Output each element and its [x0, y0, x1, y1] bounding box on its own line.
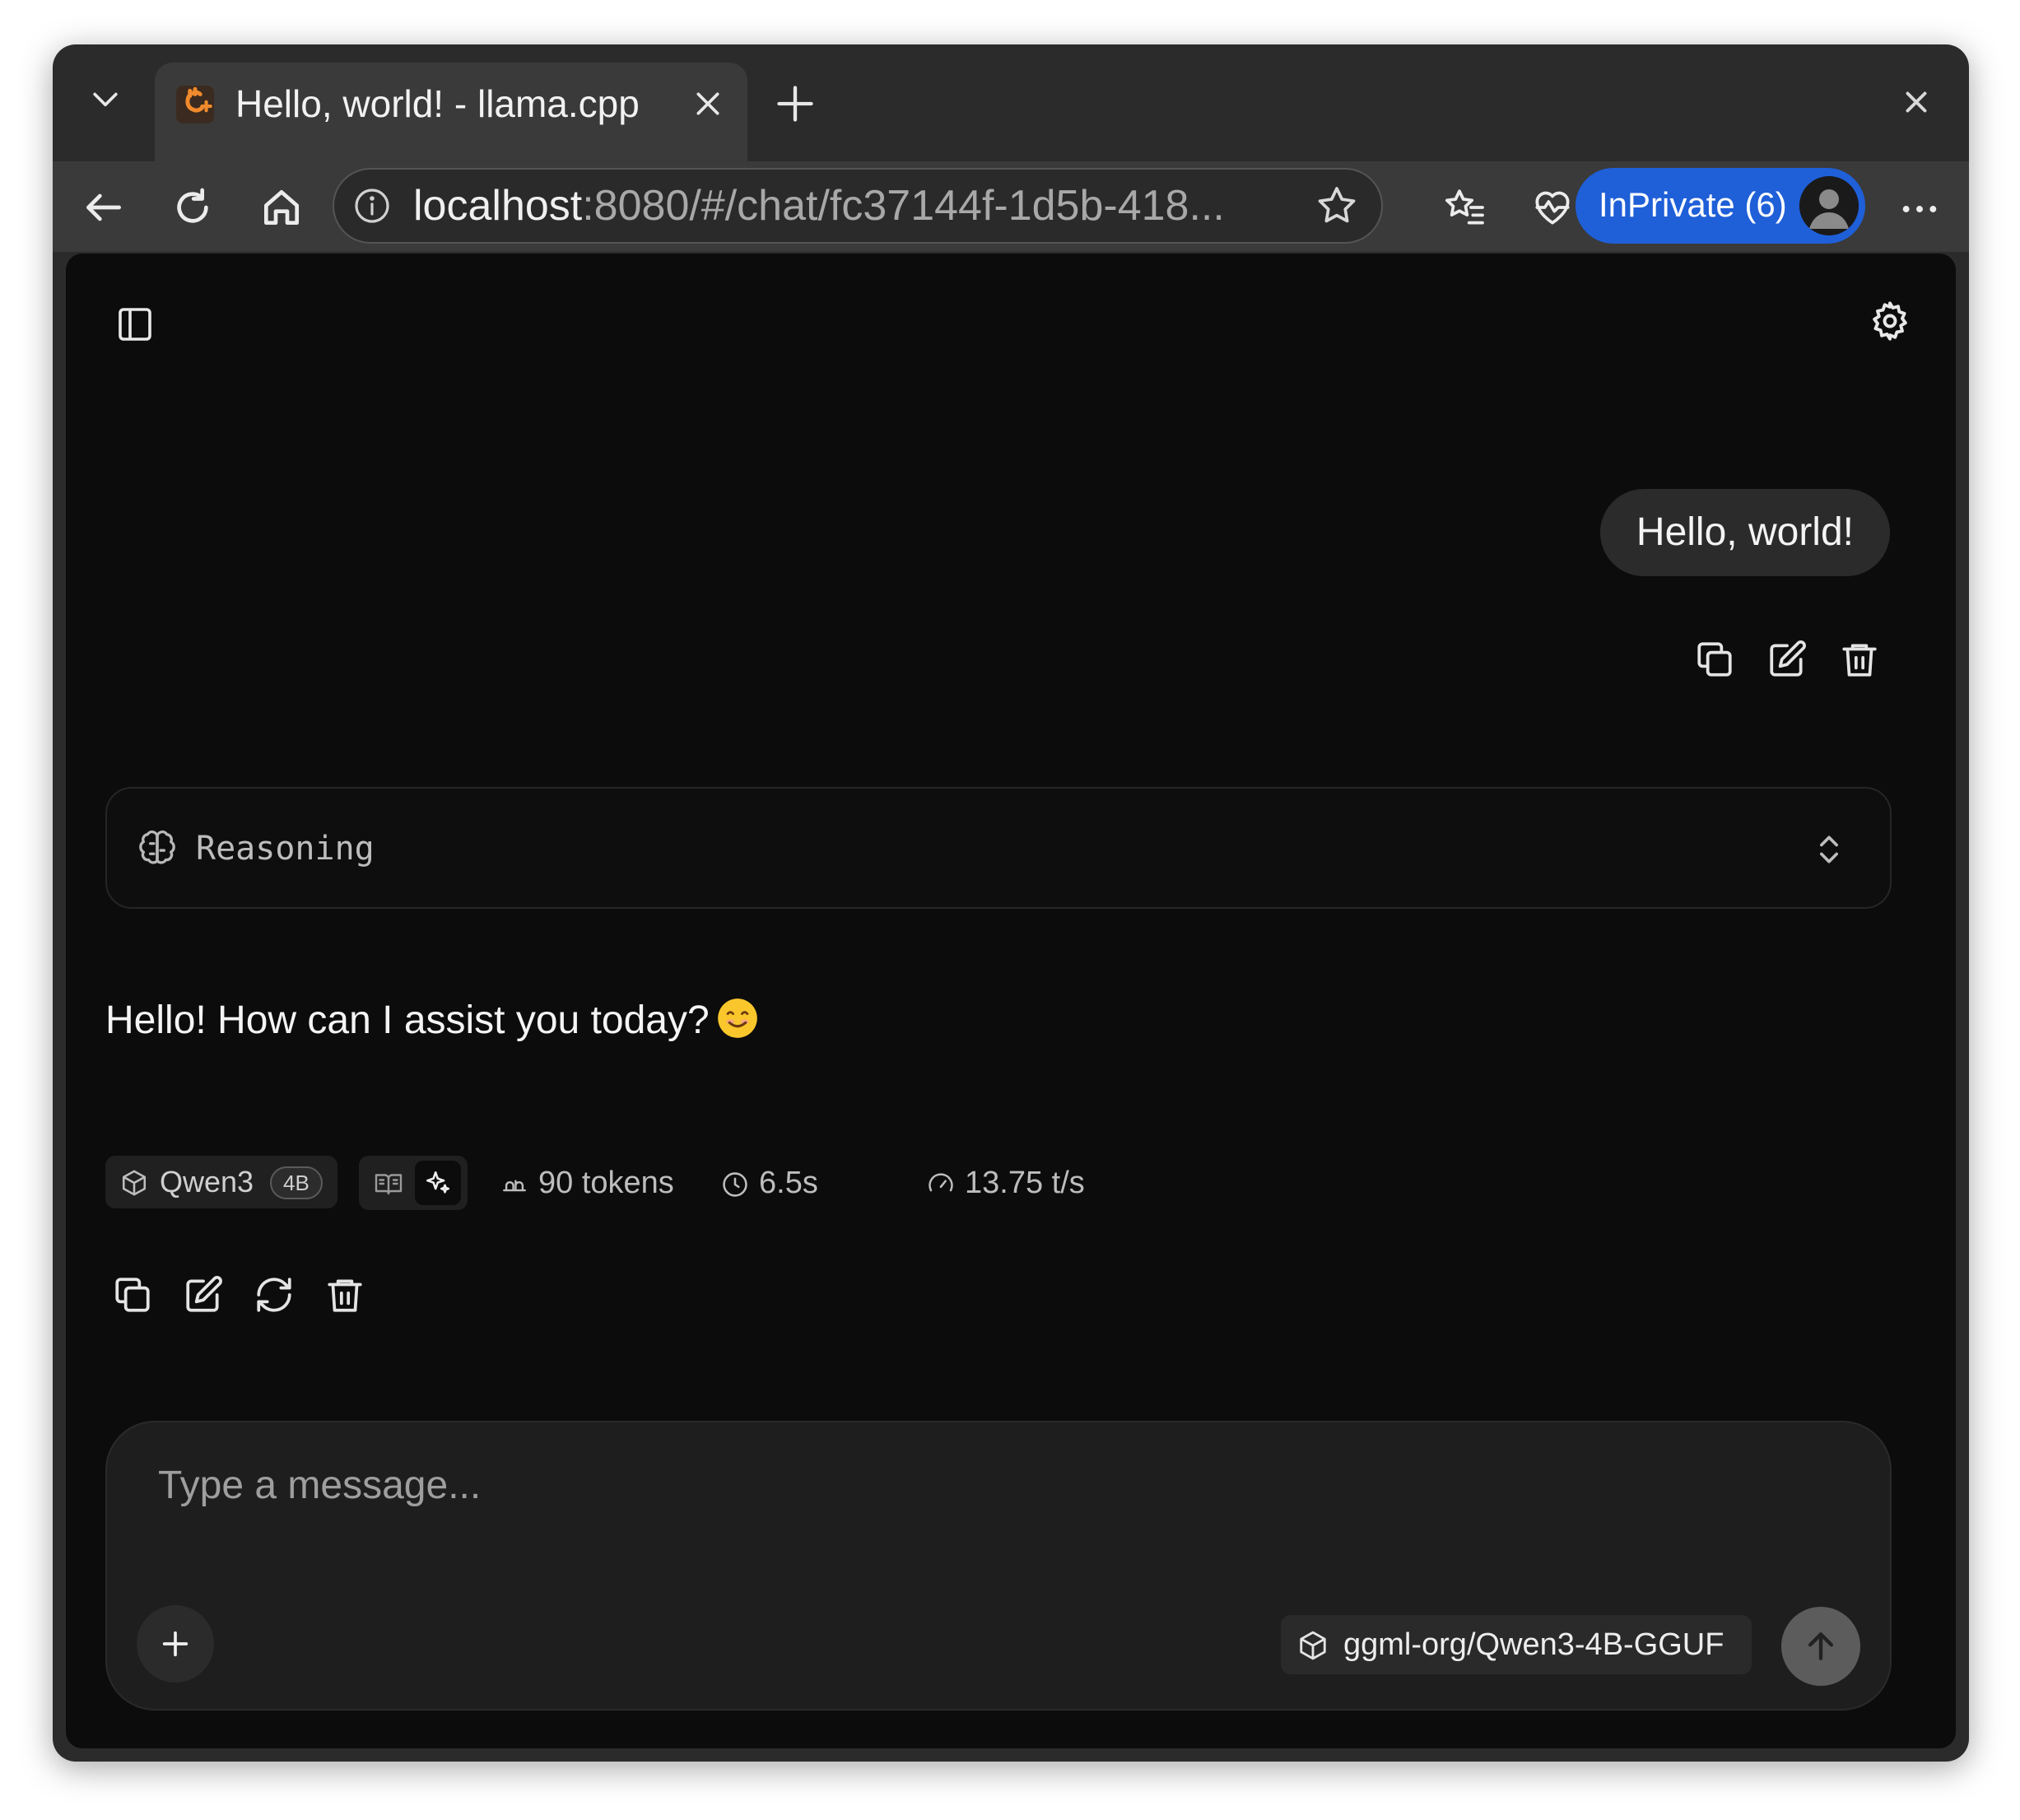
selected-model-label: ggml-org/Qwen3-4B-GGUF: [1343, 1627, 1724, 1662]
sparkles-icon: [424, 1169, 452, 1197]
url-host: localhost: [413, 182, 583, 230]
browser-essentials-heart-icon[interactable]: [1529, 184, 1576, 230]
more-options-icon[interactable]: [1897, 186, 1943, 232]
browser-window: Hello, world! - llama.cpp localhost:8080…: [53, 44, 1969, 1762]
inprivate-label: InPrivate (6): [1599, 185, 1787, 224]
user-message-bubble: Hello, world!: [1599, 489, 1890, 576]
assistant-message-text: Hello! How can I assist you today?: [105, 998, 710, 1042]
gauge-icon: [927, 1171, 955, 1199]
model-chip: Qwen3 4B: [105, 1156, 337, 1208]
model-name: Qwen3: [160, 1165, 254, 1199]
model-selector[interactable]: ggml-org/Qwen3-4B-GGUF: [1281, 1615, 1752, 1674]
active-tab[interactable]: Hello, world! - llama.cpp: [155, 63, 747, 161]
reasoning-toggle[interactable]: Reasoning: [105, 787, 1892, 909]
tokens-icon: [500, 1171, 528, 1199]
package-icon: [1297, 1630, 1329, 1661]
tab-title: Hello, world! - llama.cpp: [235, 82, 640, 125]
delete-trash-icon[interactable]: [324, 1274, 365, 1315]
url-text: localhost:8080/#/chat/fc37144f-1d5b-418.…: [413, 181, 1225, 230]
plus-icon: [159, 1627, 192, 1660]
tab-strip: Hello, world! - llama.cpp: [53, 44, 1969, 161]
reasoning-label: Reasoning: [196, 830, 375, 868]
clock-icon: [721, 1171, 749, 1199]
tab-actions-chevron-icon[interactable]: [87, 81, 123, 117]
window-close-icon[interactable]: [1901, 87, 1931, 117]
generation-time: 6.5s: [759, 1166, 818, 1200]
tab-close-icon[interactable]: [691, 87, 724, 120]
back-arrow-icon[interactable]: [81, 184, 127, 230]
token-count: 90 tokens: [538, 1166, 674, 1200]
llama-cpp-favicon-icon: [175, 84, 216, 125]
favorites-list-icon[interactable]: [1442, 184, 1488, 230]
settings-gear-icon[interactable]: [1869, 300, 1911, 342]
send-button[interactable]: [1781, 1607, 1860, 1686]
copy-icon[interactable]: [112, 1274, 153, 1315]
edit-icon[interactable]: [183, 1274, 224, 1315]
sidebar-toggle-icon[interactable]: [115, 305, 155, 344]
package-icon: [120, 1169, 148, 1197]
add-attachment-button[interactable]: [137, 1605, 214, 1683]
smiling-face-emoji-icon: [716, 997, 759, 1040]
new-tab-plus-icon[interactable]: [774, 82, 817, 125]
chevrons-up-down-icon[interactable]: [1811, 830, 1847, 869]
assistant-message: Hello! How can I assist you today?: [105, 994, 759, 1047]
url-path: :8080/#/chat/fc37144f-1d5b-418...: [582, 182, 1225, 230]
assistant-message-actions: [112, 1274, 365, 1315]
favorite-star-icon[interactable]: [1314, 183, 1360, 229]
message-input[interactable]: [156, 1455, 1806, 1515]
message-composer: ggml-org/Qwen3-4B-GGUF: [105, 1421, 1892, 1711]
inprivate-profile-button[interactable]: InPrivate (6): [1576, 168, 1865, 244]
site-info-icon[interactable]: [352, 186, 392, 226]
home-icon[interactable]: [258, 184, 305, 230]
model-size-badge: 4B: [270, 1166, 323, 1199]
book-open-icon[interactable]: [374, 1169, 403, 1199]
user-message-actions: [1694, 639, 1880, 680]
regenerate-refresh-icon[interactable]: [254, 1274, 295, 1315]
edit-icon[interactable]: [1766, 639, 1808, 680]
reload-icon[interactable]: [170, 184, 216, 230]
chat-app: Hello, world! Reasoning Hello! How can I…: [66, 254, 1956, 1748]
delete-trash-icon[interactable]: [1839, 639, 1880, 680]
copy-icon[interactable]: [1694, 639, 1735, 680]
profile-avatar-icon: [1799, 176, 1859, 235]
brain-icon: [137, 828, 178, 869]
browser-toolbar: localhost:8080/#/chat/fc37144f-1d5b-418.…: [53, 161, 1969, 252]
view-mode-toggle: [359, 1156, 468, 1210]
address-bar[interactable]: localhost:8080/#/chat/fc37144f-1d5b-418.…: [333, 168, 1383, 244]
generation-stats-tab[interactable]: [415, 1161, 461, 1205]
generation-speed: 13.75 t/s: [965, 1166, 1085, 1200]
arrow-up-icon: [1803, 1628, 1839, 1664]
